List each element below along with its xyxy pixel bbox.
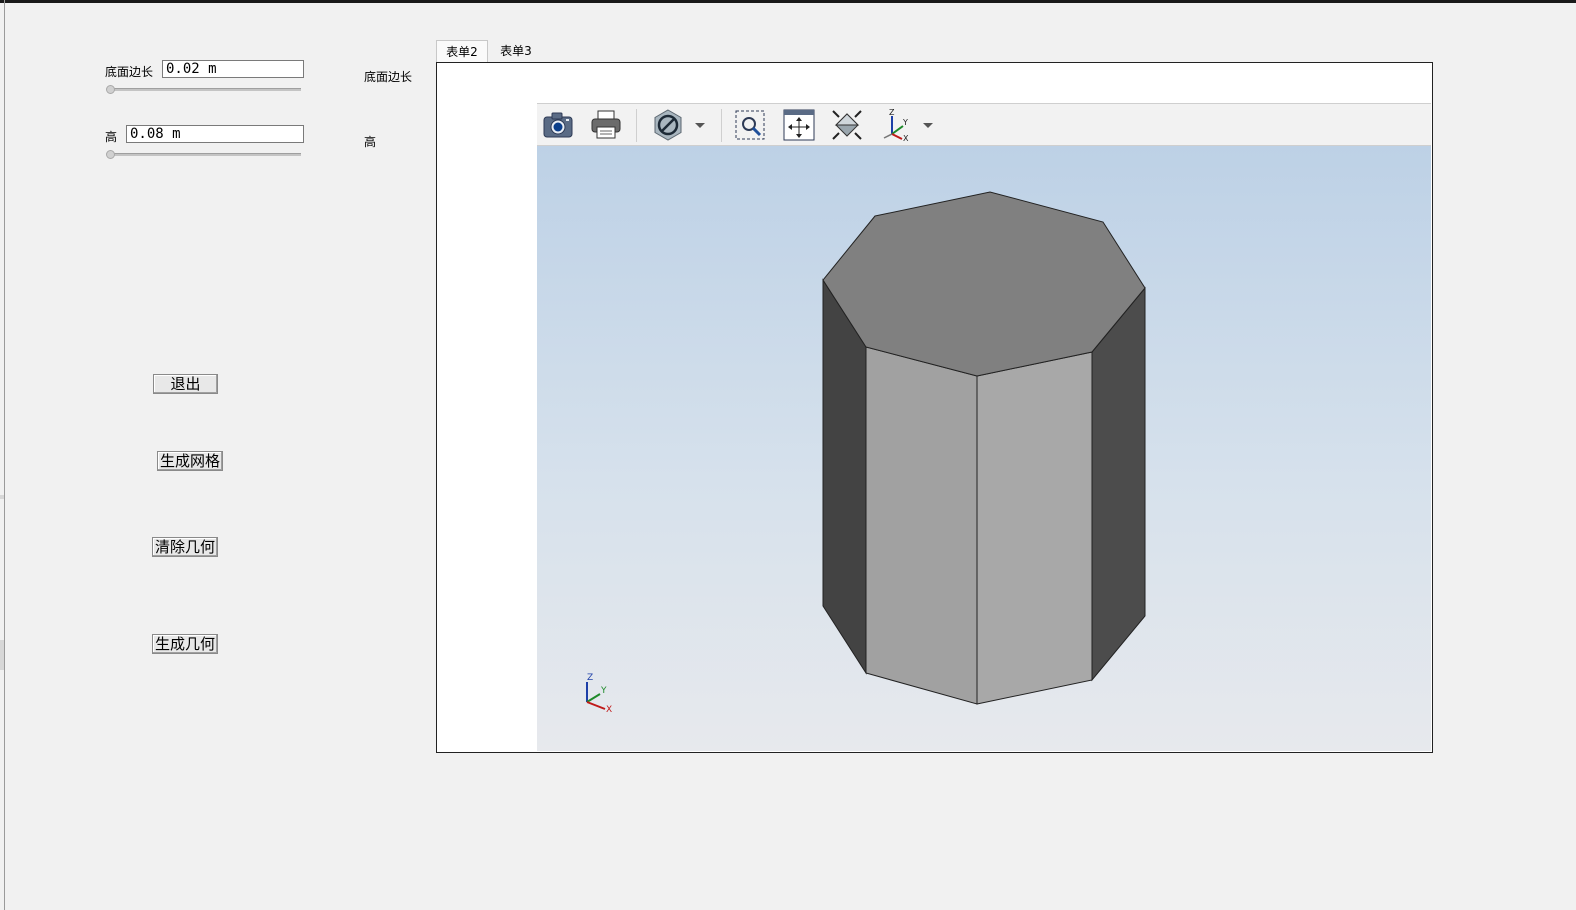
generate-mesh-button[interactable]: 生成网格	[157, 451, 223, 471]
viewer-toolbar: ZYX	[537, 103, 1431, 146]
height-side-label: 高	[364, 135, 377, 149]
zoom-box-icon[interactable]	[733, 108, 767, 142]
base-edge-side-label: 底面边长	[364, 70, 413, 84]
base-edge-slider[interactable]	[107, 88, 301, 91]
clear-geometry-button[interactable]: 清除几何	[152, 537, 218, 557]
left-edge-mark	[0, 640, 4, 670]
clip-dropdown-icon[interactable]	[689, 108, 711, 142]
triad-y-label: Y	[600, 686, 607, 696]
exit-button[interactable]: 退出	[153, 374, 218, 394]
print-icon[interactable]	[589, 108, 623, 142]
tab-form3[interactable]: 表单3	[490, 40, 542, 63]
camera-icon[interactable]	[541, 108, 575, 142]
axis-triad: Z Y X	[586, 673, 612, 715]
view-dropdown-icon[interactable]	[917, 108, 939, 142]
window-top-border	[0, 0, 1576, 3]
base-edge-input[interactable]: 0.02 m	[162, 60, 304, 78]
height-slider[interactable]	[107, 153, 301, 156]
toolbar-separator	[636, 109, 637, 142]
height-slider-thumb[interactable]	[106, 150, 115, 159]
svg-text:Z: Z	[889, 108, 895, 117]
octagonal-prism: Z Y X	[586, 191, 1146, 715]
triad-z-label: Z	[587, 673, 593, 683]
base-edge-slider-thumb[interactable]	[106, 85, 115, 94]
svg-text:Y: Y	[902, 118, 908, 127]
toolbar-separator	[721, 109, 722, 142]
zoom-extents-icon[interactable]	[830, 108, 864, 142]
generate-geometry-button[interactable]: 生成几何	[152, 634, 218, 654]
prism-side-right	[1091, 286, 1146, 682]
svg-text:X: X	[903, 134, 909, 142]
left-edge-mark	[0, 495, 4, 499]
base-edge-label: 底面边长	[105, 65, 154, 79]
prism-front-left	[865, 346, 978, 705]
prism-front-right	[976, 351, 1093, 705]
triad-x-label: X	[606, 705, 612, 715]
height-input[interactable]: 0.08 m	[126, 125, 304, 143]
height-label: 高	[105, 130, 118, 144]
pan-icon[interactable]	[782, 108, 816, 142]
clip-plane-icon[interactable]	[651, 108, 685, 142]
prism-side-left	[822, 278, 867, 675]
3d-viewport[interactable]: Z Y X	[537, 146, 1431, 751]
window-left-border	[4, 0, 5, 910]
view-axes-icon[interactable]: ZYX	[878, 108, 912, 142]
tab-form2[interactable]: 表单2	[436, 40, 488, 63]
